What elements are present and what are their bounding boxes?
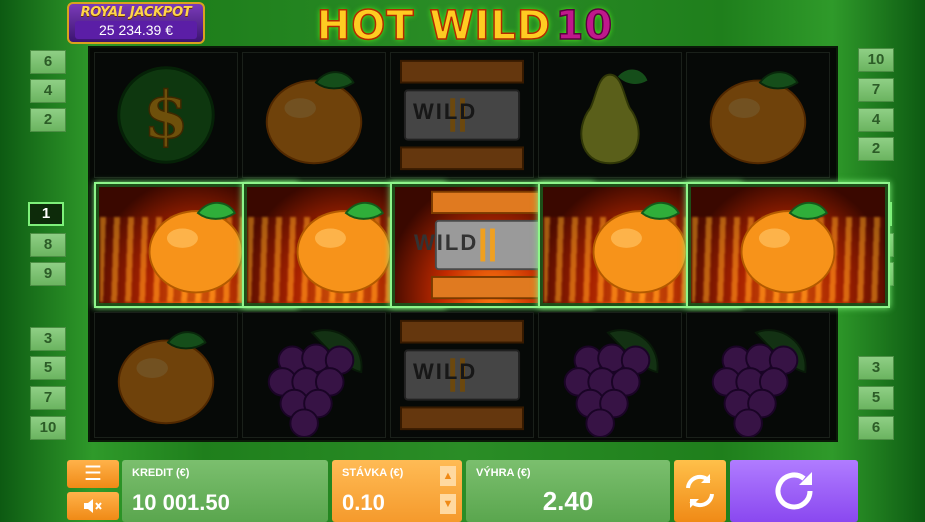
credit-value: 10 001.50 <box>132 490 230 515</box>
bet-value: 0.10 <box>342 490 385 515</box>
win-label: VÝHRA (€) <box>476 467 531 479</box>
autoplay-button[interactable] <box>674 460 726 522</box>
payline-indicator[interactable]: 7 <box>30 386 66 410</box>
grapes-icon <box>267 329 363 437</box>
spin-button[interactable] <box>730 460 858 522</box>
reel-cell: WILD <box>390 312 534 438</box>
payline-indicator[interactable]: 9 <box>30 262 66 286</box>
arrow-up-icon: ▲ <box>442 470 454 482</box>
wild-icon <box>399 319 524 431</box>
bet-panel: STÁVKA (€) 0.10 ▲ ▼ <box>332 460 462 522</box>
pear-icon <box>580 69 648 165</box>
orange-icon <box>740 201 836 294</box>
wild-label: WILD <box>413 359 478 384</box>
jackpot-title: ROYAL JACKPOT <box>80 5 192 20</box>
logo-number: 10 <box>555 2 614 50</box>
reel-cell <box>538 52 682 178</box>
payline-indicator-active[interactable]: 1 <box>28 202 64 226</box>
win-value: 2.40 <box>542 486 594 516</box>
orange-icon <box>265 71 363 165</box>
jackpot-value: 25 234.39 € <box>75 21 197 39</box>
bet-decrease-button[interactable]: ▼ <box>440 494 456 514</box>
spin-icon <box>775 472 813 510</box>
grapes-icon <box>563 329 659 437</box>
arrow-down-icon: ▼ <box>442 498 454 510</box>
reel-cell: $ <box>94 52 238 178</box>
payline-indicator[interactable]: 10 <box>30 416 66 440</box>
autoplay-icon <box>686 474 714 508</box>
payline-indicator[interactable]: 7 <box>858 78 894 102</box>
bet-increase-button[interactable]: ▲ <box>440 466 456 486</box>
payline-indicator[interactable]: 6 <box>30 50 66 74</box>
reel-grid: $ WILD WILD WILD <box>88 46 890 442</box>
reel-cell <box>686 312 830 438</box>
payline-indicator[interactable]: 2 <box>30 108 66 132</box>
orange-icon <box>709 71 807 165</box>
bet-label: STÁVKA (€) <box>342 467 404 479</box>
payline-indicator[interactable]: 6 <box>858 416 894 440</box>
game-logo: HOT WILD 10 <box>300 2 630 50</box>
orange-icon <box>117 331 215 425</box>
payline-indicator[interactable]: 10 <box>858 48 894 72</box>
reel-cell <box>538 312 682 438</box>
logo-text: HOT WILD <box>316 2 552 50</box>
sound-toggle-button[interactable] <box>67 492 119 520</box>
wild-label: WILD <box>414 230 479 255</box>
grapes-icon <box>711 329 807 437</box>
payline-indicator[interactable]: 4 <box>30 79 66 103</box>
reel-cell <box>686 52 830 178</box>
reel-cell <box>242 312 386 438</box>
reel-cell: WILD <box>390 52 534 178</box>
svg-text:$: $ <box>143 78 188 154</box>
royal-jackpot-display: ROYAL JACKPOT 25 234.39 € <box>67 2 205 44</box>
hamburger-icon: ☰ <box>84 463 102 485</box>
reel-cell <box>686 182 890 308</box>
payline-indicator[interactable]: 4 <box>858 108 894 132</box>
wild-icon <box>399 59 524 171</box>
dollar-icon: $ <box>117 66 215 164</box>
wild-label: WILD <box>413 99 478 124</box>
reel-cell <box>242 52 386 178</box>
payline-indicator[interactable]: 2 <box>858 137 894 161</box>
payline-indicator[interactable]: 8 <box>30 233 66 257</box>
payline-indicator[interactable]: 3 <box>30 327 66 351</box>
reel-cell <box>94 312 238 438</box>
credit-panel: KREDIT (€) 10 001.50 <box>122 460 328 522</box>
payline-indicator[interactable]: 5 <box>858 386 894 410</box>
speaker-muted-icon <box>84 499 102 513</box>
win-panel: VÝHRA (€) 2.40 <box>466 460 670 522</box>
credit-label: KREDIT (€) <box>132 467 190 479</box>
payline-indicator[interactable]: 5 <box>30 356 66 380</box>
payline-indicator[interactable]: 3 <box>858 356 894 380</box>
menu-button[interactable]: ☰ <box>67 460 119 488</box>
